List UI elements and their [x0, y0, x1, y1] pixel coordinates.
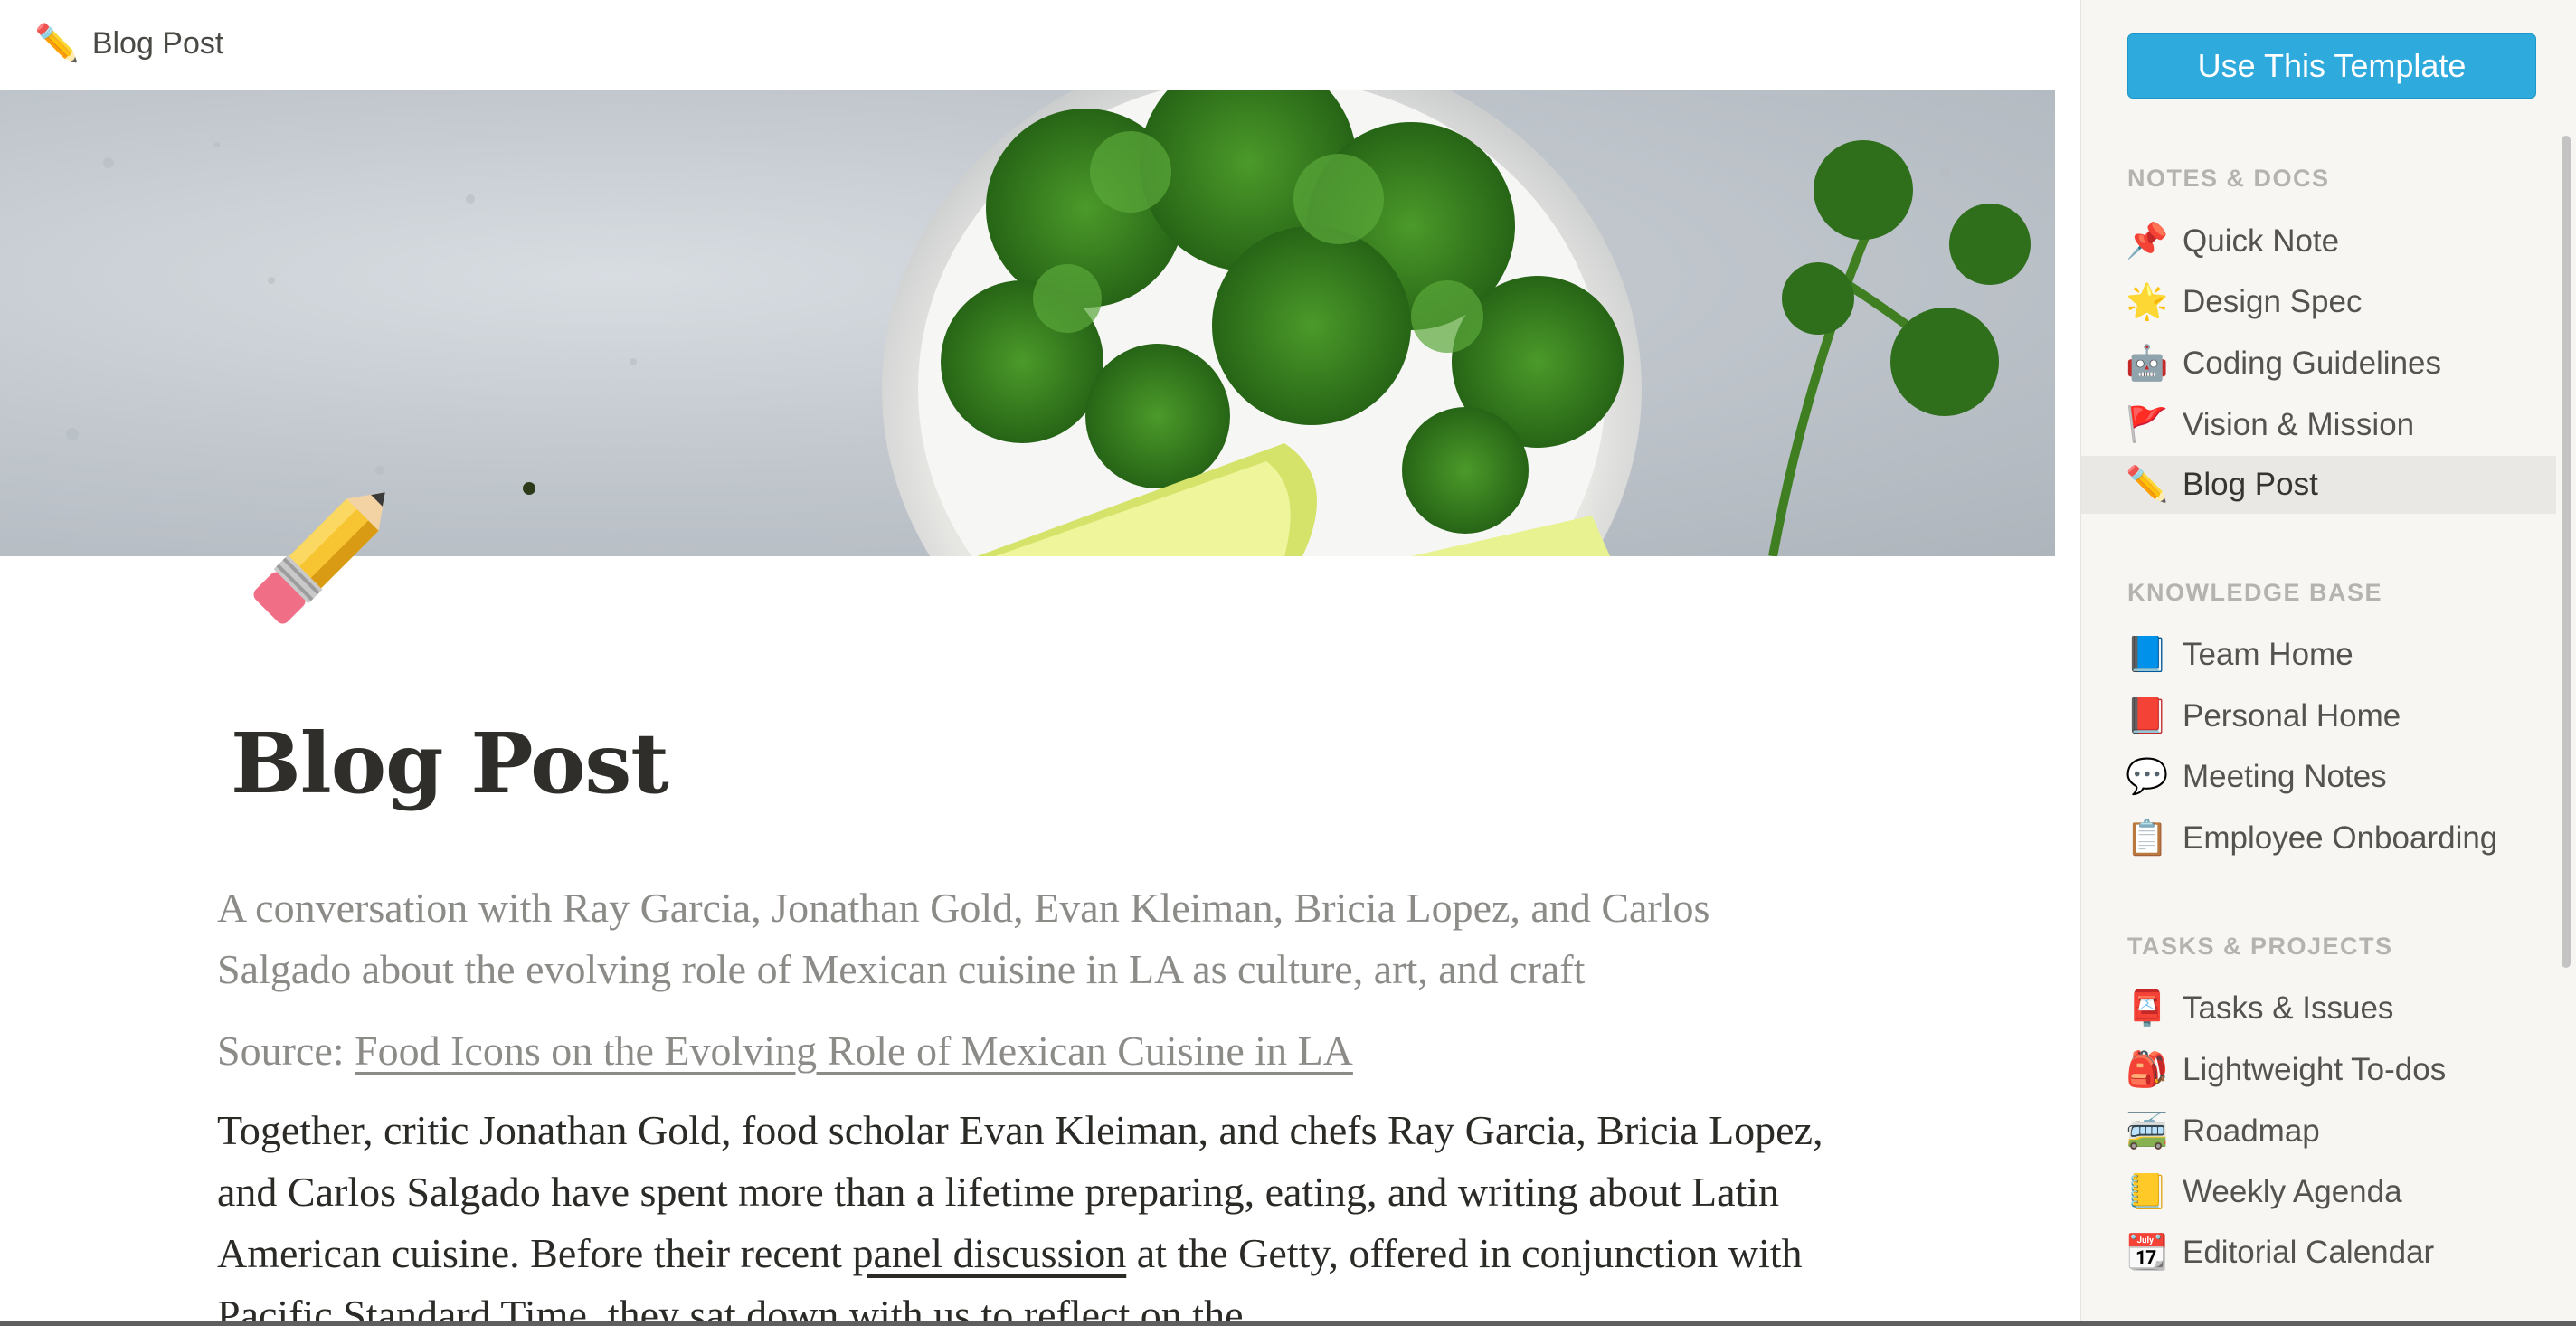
star-icon: 🌟: [2126, 283, 2169, 321]
sidebar-item-label: Lightweight To-dos: [2183, 1052, 2447, 1087]
sidebar-item-label: Meeting Notes: [2183, 759, 2387, 794]
calendar-icon: 📆: [2126, 1234, 2169, 1272]
source-link[interactable]: Food Icons on the Evolving Role of Mexic…: [355, 1028, 1353, 1074]
window-bottom-edge: [0, 1321, 2576, 1326]
sidebar-item-label: Personal Home: [2183, 698, 2401, 734]
sidebar-item-tasks-issues[interactable]: 📮 Tasks & Issues: [2081, 980, 2556, 1037]
sidebar-item-label: Vision & Mission: [2183, 407, 2415, 442]
sidebar-item-lightweight-todos[interactable]: 🎒 Lightweight To-dos: [2081, 1041, 2556, 1099]
sidebar-item-label: Quick Note: [2183, 223, 2340, 259]
page-icon[interactable]: [226, 461, 416, 651]
section-heading-notes-docs: NOTES & DOCS: [2127, 165, 2330, 192]
sidebar-item-editorial-calendar[interactable]: 📆 Editorial Calendar: [2081, 1224, 2556, 1282]
sidebar-item-blog-post[interactable]: ✏️ Blog Post: [2081, 456, 2556, 514]
template-sidebar: Use This Template NOTES & DOCS 📌 Quick N…: [2080, 0, 2576, 1326]
sidebar-item-meeting-notes[interactable]: 💬 Meeting Notes: [2081, 748, 2556, 806]
breadcrumb-label: Blog Post: [91, 25, 224, 61]
sidebar-item-label: Editorial Calendar: [2183, 1235, 2435, 1270]
sidebar-item-label: Design Spec: [2183, 284, 2363, 319]
section-heading-knowledge-base: KNOWLEDGE BASE: [2127, 579, 2383, 606]
blue-book-icon: 📘: [2126, 636, 2169, 674]
sidebar-item-roadmap[interactable]: 🚎 Roadmap: [2081, 1103, 2556, 1160]
breadcrumb[interactable]: ✏️ Blog Post: [34, 20, 223, 67]
use-template-button[interactable]: Use This Template: [2127, 33, 2536, 99]
pushpin-icon: 📌: [2126, 223, 2169, 260]
main-pane: ✏️ Blog Post Blog Post A conversation wi…: [0, 0, 2055, 1326]
sidebar-item-employee-onboarding[interactable]: 📋 Employee Onboarding: [2081, 810, 2556, 867]
trolleybus-icon: 🚎: [2126, 1113, 2169, 1151]
source-prefix: Source:: [217, 1028, 355, 1074]
sidebar-item-design-spec[interactable]: 🌟 Design Spec: [2081, 273, 2556, 331]
speech-bubble-icon: 💬: [2126, 758, 2169, 796]
pencil-icon: ✏️: [2126, 466, 2169, 504]
flag-icon: 🚩: [2126, 406, 2169, 444]
sidebar-item-label: Coding Guidelines: [2183, 346, 2442, 381]
backpack-icon: 🎒: [2126, 1051, 2169, 1089]
page-subtitle[interactable]: A conversation with Ray Garcia, Jonathan…: [217, 877, 1827, 1000]
sidebar-item-label: Blog Post: [2183, 467, 2318, 502]
clipboard-icon: 📋: [2126, 819, 2169, 857]
robot-icon: 🤖: [2126, 345, 2169, 383]
sidebar-item-quick-note[interactable]: 📌 Quick Note: [2081, 213, 2556, 270]
sidebar-item-vision-mission[interactable]: 🚩 Vision & Mission: [2081, 396, 2556, 454]
section-heading-tasks-projects: TASKS & PROJECTS: [2127, 933, 2393, 960]
ledger-icon: 📒: [2126, 1173, 2169, 1211]
sidebar-item-label: Employee Onboarding: [2183, 820, 2498, 856]
sidebar-item-label: Team Home: [2183, 637, 2353, 672]
sidebar-scrollbar-thumb[interactable]: [2562, 136, 2571, 968]
sidebar-item-label: Tasks & Issues: [2183, 990, 2394, 1026]
sidebar-item-personal-home[interactable]: 📕 Personal Home: [2081, 687, 2556, 745]
postbox-icon: 📮: [2126, 990, 2169, 1028]
source-line[interactable]: Source: Food Icons on the Evolving Role …: [217, 1020, 1827, 1082]
sidebar-item-coding-guidelines[interactable]: 🤖 Coding Guidelines: [2081, 335, 2556, 393]
sidebar-item-label: Roadmap: [2183, 1113, 2320, 1149]
sidebar-item-team-home[interactable]: 📘 Team Home: [2081, 626, 2556, 684]
pencil-icon: [253, 492, 385, 624]
panel-discussion-link[interactable]: panel discussion: [852, 1230, 1126, 1276]
sidebar-item-label: Weekly Agenda: [2183, 1174, 2402, 1209]
topbar: ✏️ Blog Post: [0, 0, 2055, 90]
pencil-icon: ✏️: [34, 24, 80, 63]
sidebar-item-weekly-agenda[interactable]: 📒 Weekly Agenda: [2081, 1163, 2556, 1221]
red-book-icon: 📕: [2126, 697, 2169, 735]
body-paragraph[interactable]: Together, critic Jonathan Gold, food sch…: [217, 1100, 1827, 1326]
page-title[interactable]: Blog Post: [231, 715, 669, 812]
